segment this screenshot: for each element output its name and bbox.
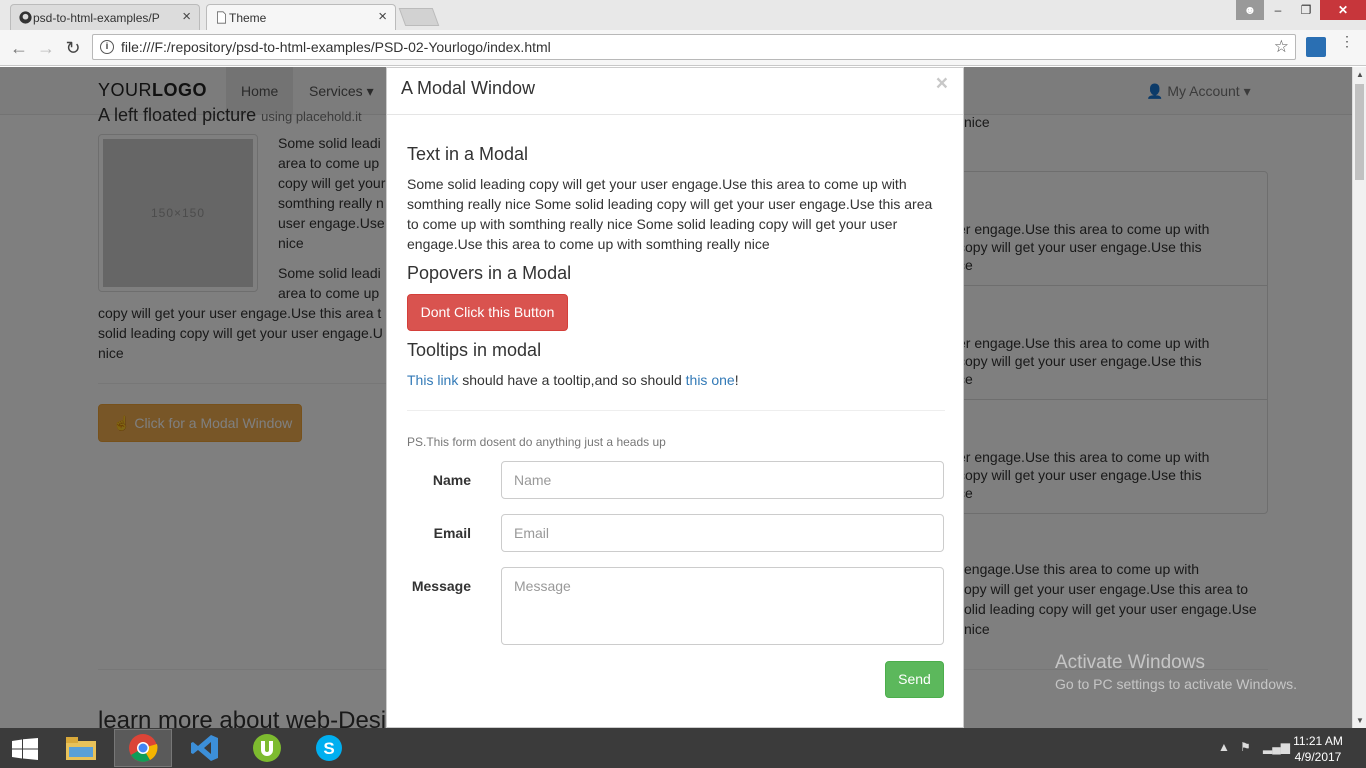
close-tab-icon[interactable]: ×: [378, 8, 387, 25]
modal-header: A Modal Window ×: [387, 68, 963, 115]
tab-label: Theme: [229, 10, 267, 25]
message-label: Message: [411, 578, 471, 594]
modal-body-text: Some solid leading copy will get your us…: [407, 176, 933, 252]
forward-icon[interactable]: →: [35, 37, 57, 59]
minimize-button[interactable]: –: [1264, 0, 1292, 20]
tab-label: psd-to-html-examples/P: [33, 10, 160, 25]
utorrent-icon[interactable]: [238, 729, 296, 767]
menu-icon[interactable]: ⋮: [1340, 34, 1354, 48]
page-icon: [217, 11, 226, 24]
tray-expand-icon[interactable]: ▲: [1218, 740, 1230, 754]
name-input[interactable]: Name: [501, 461, 944, 499]
scroll-down-icon[interactable]: ▼: [1356, 716, 1364, 725]
dont-click-button[interactable]: Dont Click this Button: [407, 294, 568, 331]
new-tab-button[interactable]: [398, 8, 440, 26]
modal-title: A Modal Window: [401, 78, 536, 98]
page-scrollbar[interactable]: ▲ ▼: [1352, 67, 1366, 728]
window-controls: ☻ – ❐ ✕: [1236, 0, 1366, 20]
user-icon[interactable]: ☻: [1236, 0, 1264, 20]
info-icon[interactable]: i: [100, 40, 114, 54]
windows-activation-watermark: Activate Windows Go to PC settings to ac…: [1055, 652, 1297, 692]
modal-dialog: A Modal Window × Text in a Modal Some so…: [386, 67, 964, 728]
file-explorer-icon[interactable]: [52, 729, 110, 767]
address-bar[interactable]: i file:///F:/repository/psd-to-html-exam…: [92, 34, 1296, 60]
browser-toolbar: ← → ↻ i file:///F:/repository/psd-to-htm…: [0, 30, 1366, 66]
windows-start-icon[interactable]: [12, 738, 38, 760]
bookmark-star-icon[interactable]: ☆: [1274, 35, 1289, 59]
clock[interactable]: 11:21 AM 4/9/2017: [1283, 733, 1353, 765]
reload-icon[interactable]: ↻: [62, 37, 84, 59]
message-textarea[interactable]: Message: [501, 567, 944, 645]
tooltip-link-1[interactable]: This link: [407, 372, 458, 388]
email-input[interactable]: Email: [501, 514, 944, 552]
close-tab-icon[interactable]: ×: [182, 8, 191, 25]
restore-button[interactable]: ❐: [1292, 0, 1320, 20]
email-label: Email: [433, 525, 471, 541]
close-icon[interactable]: ×: [936, 72, 948, 96]
skype-icon[interactable]: S: [300, 729, 358, 767]
tooltip-text: This link should have a tooltip,and so s…: [407, 372, 739, 388]
ps-note: PS.This form dosent do anything just a h…: [407, 435, 666, 449]
tab-strip: psd-to-html-examples/P × Theme × ☻ – ❐ ✕: [0, 0, 1366, 30]
text-heading: Text in a Modal: [407, 144, 529, 164]
close-window-button[interactable]: ✕: [1320, 0, 1366, 20]
name-label: Name: [432, 472, 471, 488]
back-icon[interactable]: ←: [8, 37, 30, 59]
github-icon: [19, 11, 32, 24]
scroll-up-icon[interactable]: ▲: [1356, 70, 1364, 79]
url-text: file:///F:/repository/psd-to-html-exampl…: [121, 39, 551, 55]
web-page: YOURLOGO Home Services ▾ 👤 My Account ▾ …: [0, 67, 1366, 728]
windows-taskbar: S ▲ ⚑ ▂▄▆ 11:21 AM 4/9/2017: [0, 728, 1366, 768]
scrollbar-thumb[interactable]: [1355, 84, 1364, 180]
flag-icon[interactable]: ⚑: [1240, 740, 1251, 754]
divider: [407, 410, 945, 411]
extension-icon[interactable]: [1306, 37, 1326, 57]
tooltip-link-2[interactable]: this one: [686, 372, 735, 388]
popover-heading: Popovers in a Modal: [407, 263, 572, 283]
chrome-icon[interactable]: [114, 729, 172, 767]
visual-studio-icon[interactable]: [176, 729, 234, 767]
send-button[interactable]: Send: [885, 661, 944, 698]
svg-text:S: S: [323, 739, 334, 758]
tooltip-heading: Tooltips in modal: [407, 340, 542, 360]
tab-theme[interactable]: Theme ×: [206, 4, 396, 30]
tab-github[interactable]: psd-to-html-examples/P ×: [10, 4, 200, 30]
